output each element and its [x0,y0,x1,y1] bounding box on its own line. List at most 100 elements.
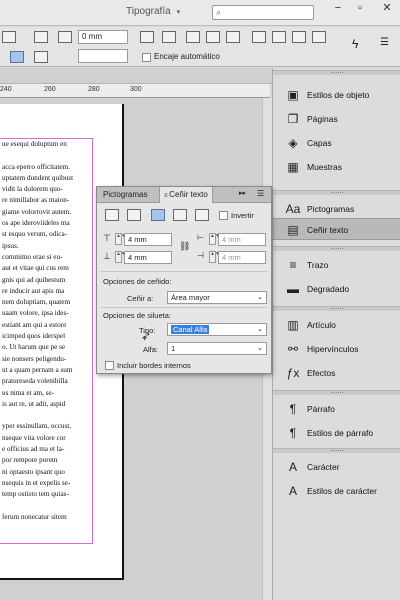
panel-group-grip[interactable] [273,306,400,311]
no-wrap-icon[interactable] [105,209,119,221]
wrap-jump-icon[interactable] [34,51,48,63]
panel-menu-icon[interactable]: ☰ [380,37,389,48]
dock-item-character[interactable]: A Carácter [273,456,400,478]
wrap-object-shape-icon[interactable] [151,209,165,221]
invert-checkbox[interactable] [219,211,228,220]
object-styles-icon: ▣ [287,88,299,102]
left-offset-field[interactable]: 4 mm [218,233,266,246]
dock-item-label: Efectos [307,368,336,378]
dock-item-label: Estilos de carácter [307,486,377,496]
dock-item-hyperlinks[interactable]: ⚯ Hipervínculos [273,338,400,360]
close-button[interactable]: ✕ [374,1,400,17]
stroke-icon: ≡ [289,258,297,272]
align-middle-icon[interactable] [272,31,286,43]
dock-item-object-styles[interactable]: ▣ Estilos de objeto [273,84,400,106]
dock-item-label: Hipervínculos [307,344,359,354]
dock-item-label: Muestras [307,162,342,172]
top-offset-field[interactable]: 4 mm [124,233,172,246]
top-offset-spinner[interactable]: ▲▼ [115,233,126,245]
text-line: nem doluptiam, quatem [2,298,71,307]
minimize-button[interactable]: − [328,1,348,17]
fit-proportional-icon[interactable] [226,31,240,43]
panel-group-grip[interactable] [273,70,400,75]
bottom-offset-field[interactable]: 4 mm [124,251,172,264]
dock-item-articles[interactable]: ▥ Artículo [273,314,400,336]
mouse-cursor-icon: ➶ [141,329,152,343]
text-line: us nima et am, se- [2,388,55,397]
dock-item-label: Trazo [307,260,329,270]
layers-icon: ◈ [288,136,298,150]
left-offset-spinner[interactable]: ▲▼ [209,233,220,245]
dock-item-paragraph-styles[interactable]: ¶ Estilos de párrafo [273,422,400,444]
collapse-icon[interactable]: ▸▸ [239,189,246,197]
dock-item-pages[interactable]: ❐ Páginas [273,108,400,130]
dock-item-glyphs[interactable]: Aa Pictogramas [273,198,400,220]
text-line: estiant am qui a estore [2,320,67,329]
dock-item-stroke[interactable]: ≡ Trazo [273,254,400,276]
panel-group-grip[interactable] [273,448,400,453]
left-offset-icon: ⊢ [197,233,204,242]
dock-item-text-wrap[interactable]: ▤ Ceñir texto [273,218,400,240]
wrap-bounding-box-icon[interactable] [10,51,24,63]
quick-apply-icon[interactable]: ϟ [352,37,358,51]
dock-item-layers[interactable]: ◈ Capas [273,132,400,154]
maximize-button[interactable]: ▫ [350,1,370,17]
panel-tab-strip: Pictogramas ≡ Ceñir texto ▸▸ ☰ [97,187,271,203]
workspace-switcher[interactable]: Tipografía ▾ [126,6,180,17]
include-edges-checkbox[interactable] [105,361,114,370]
contour-options-title: Opciones de silueta: [103,311,171,320]
bottom-offset-spinner[interactable]: ▲▼ [115,251,126,263]
inset-icon[interactable] [58,31,72,43]
swatches-icon: ▦ [287,160,299,174]
align-top-icon[interactable] [252,31,266,43]
separator [101,271,267,272]
align-left-icon[interactable] [2,31,16,43]
text-line: uptatem dundent quibust [2,173,74,182]
dock-item-gradient[interactable]: ▬ Degradado [273,278,400,300]
dock-item-effects[interactable]: ƒx Efectos [273,362,400,384]
fill-frame-icon[interactable] [206,31,220,43]
alpha-dropdown[interactable]: 1 ⌄ [167,342,267,355]
text-line: uaam volore, ipsa ides- [2,309,69,318]
fit-frame-icon[interactable] [162,31,176,43]
link-icon[interactable]: ⛓ [179,241,190,252]
paragraph-icon: ¶ [289,402,297,416]
panel-group-grip[interactable] [273,246,400,251]
search-field[interactable]: ⌕ [212,5,314,20]
dock-item-character-styles[interactable]: A Estilos de carácter [273,480,400,502]
panel-group-grip[interactable] [273,390,400,395]
text-line: ue esequi doluptum en [2,140,67,148]
panel-group-grip[interactable] [273,190,400,195]
dock-item-paragraph[interactable]: ¶ Párrafo [273,398,400,420]
right-offset-spinner[interactable]: ▲▼ [209,251,220,263]
dock-item-swatches[interactable]: ▦ Muestras [273,156,400,178]
corner-field[interactable] [78,49,128,63]
wrap-to-dropdown[interactable]: Área mayor ⌄ [167,291,267,304]
tab-text-wrap-label: Ceñir texto [169,190,208,199]
align-bottom-icon[interactable] [292,31,306,43]
center-content-icon[interactable] [186,31,200,43]
frame-fit-icon[interactable] [34,31,48,43]
panel-menu-icon[interactable]: ☰ [257,189,264,198]
ruler-tick-label: 300 [130,86,142,93]
jump-object-icon[interactable] [173,209,187,221]
text-line: commimo erae si eu- [2,252,63,261]
dock-item-label: Estilos de objeto [307,90,370,100]
dock-item-label: Ceñir texto [307,225,349,235]
wrap-options-title: Opciones de ceñido: [103,277,172,286]
dock-item-label: Degradado [307,284,350,294]
right-offset-field[interactable]: 4 mm [218,251,266,264]
pages-icon: ❐ [287,112,299,126]
tab-glyphs[interactable]: Pictogramas [99,187,151,203]
ruler-tick-label: 240 [0,86,12,93]
jump-next-column-icon[interactable] [195,209,209,221]
text-line: pratureseda volenihilla [2,377,68,386]
fit-content-icon[interactable] [140,31,154,43]
auto-fit-checkbox[interactable] [142,53,151,62]
distribute-icon[interactable] [312,31,326,43]
wrap-bounding-box-icon[interactable] [127,209,141,221]
text-line: ut a quam pernam a sum [2,365,73,374]
inset-field[interactable]: 0 mm [78,30,128,44]
tab-text-wrap[interactable]: ≡ Ceñir texto [159,187,213,203]
contour-type-dropdown[interactable]: Canal Alfa ⌄ [167,323,267,336]
